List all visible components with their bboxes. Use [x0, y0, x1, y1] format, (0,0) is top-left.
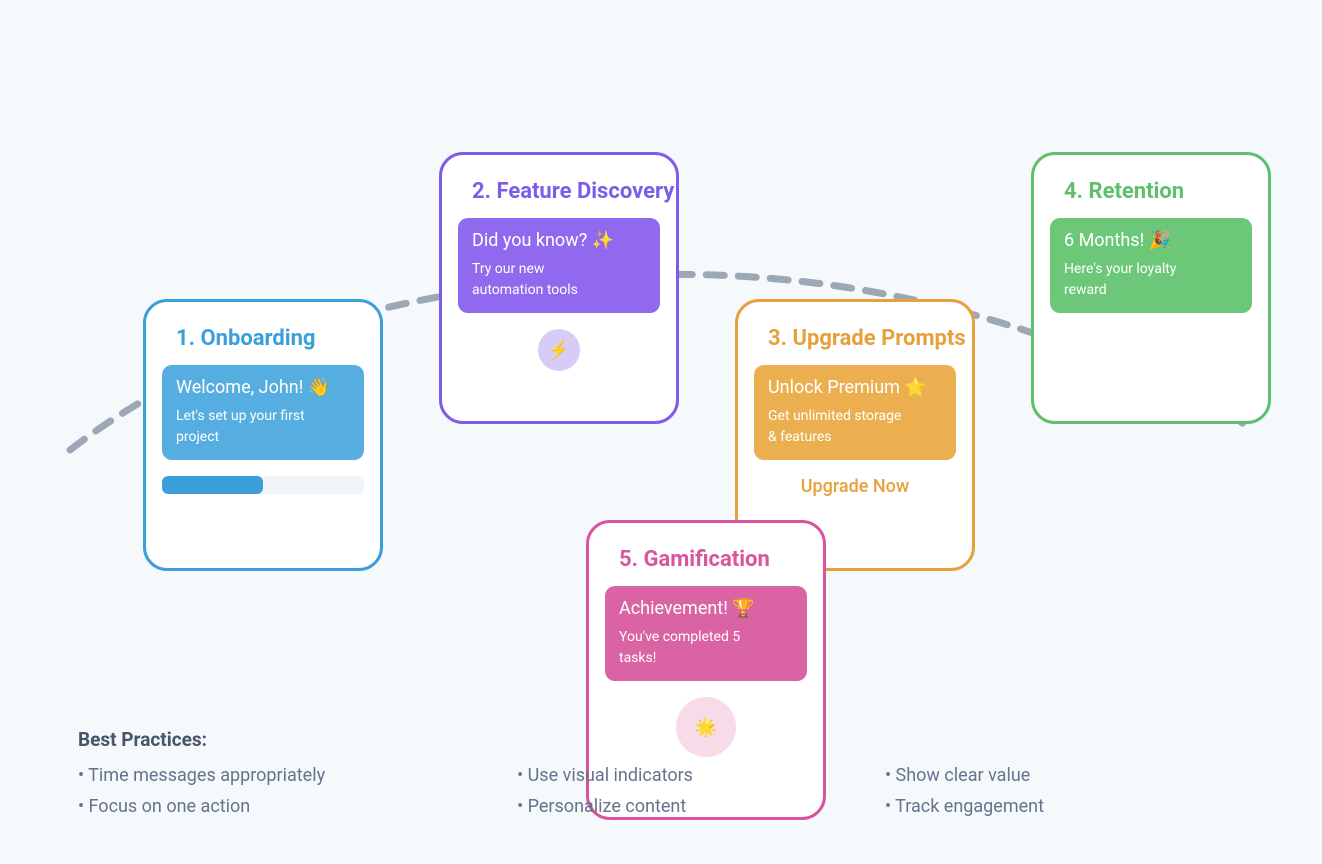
notification-body: Let's set up your first project [176, 406, 316, 448]
stage-card-feature-discovery: 2. Feature Discovery Did you know? ✨ Try… [439, 152, 679, 424]
stage-heading: 3. Upgrade Prompts [768, 326, 956, 351]
stage-heading: 5. Gamification [619, 547, 807, 572]
stage-card-onboarding: 1. Onboarding Welcome, John! 👋 Let's set… [143, 299, 383, 571]
onboarding-progress [162, 476, 364, 494]
notification-title: Achievement! 🏆 [619, 598, 793, 619]
notification-gamification: Achievement! 🏆 You've completed 5 tasks! [605, 586, 807, 681]
best-practices-panel: Best Practices: • Time messages appropri… [78, 728, 1178, 817]
notification-title: Welcome, John! 👋 [176, 377, 350, 398]
notification-body: Get unlimited storage & features [768, 406, 908, 448]
stage-heading: 2. Feature Discovery [472, 179, 660, 204]
notification-feature: Did you know? ✨ Try our new automation t… [458, 218, 660, 313]
best-practices-heading: Best Practices: [78, 728, 1178, 751]
upgrade-cta[interactable]: Upgrade Now [754, 476, 956, 497]
notification-upgrade: Unlock Premium ⭐ Get unlimited storage &… [754, 365, 956, 460]
lightning-icon: ⚡ [538, 329, 580, 371]
practice-item: • Show clear value [885, 765, 1178, 786]
stage-heading: 1. Onboarding [176, 326, 364, 351]
notification-body: Here's your loyalty reward [1064, 259, 1194, 301]
practice-item: • Time messages appropriately [78, 765, 459, 786]
practice-item: • Personalize content [517, 796, 827, 817]
onboarding-progress-fill [162, 476, 263, 494]
notification-body: Try our new automation tools [472, 259, 592, 301]
stage-heading: 4. Retention [1064, 179, 1252, 204]
notification-title: Did you know? ✨ [472, 230, 646, 251]
best-practices-list: • Time messages appropriately • Use visu… [78, 765, 1178, 817]
notification-retention: 6 Months! 🎉 Here's your loyalty reward [1050, 218, 1252, 313]
notification-title: 6 Months! 🎉 [1064, 230, 1238, 251]
notification-title: Unlock Premium ⭐ [768, 377, 942, 398]
notification-body: You've completed 5 tasks! [619, 627, 759, 669]
practice-item: • Track engagement [885, 796, 1178, 817]
notification-onboarding: Welcome, John! 👋 Let's set up your first… [162, 365, 364, 460]
stage-card-retention: 4. Retention 6 Months! 🎉 Here's your loy… [1031, 152, 1271, 424]
practice-item: • Focus on one action [78, 796, 459, 817]
practice-item: • Use visual indicators [517, 765, 827, 786]
